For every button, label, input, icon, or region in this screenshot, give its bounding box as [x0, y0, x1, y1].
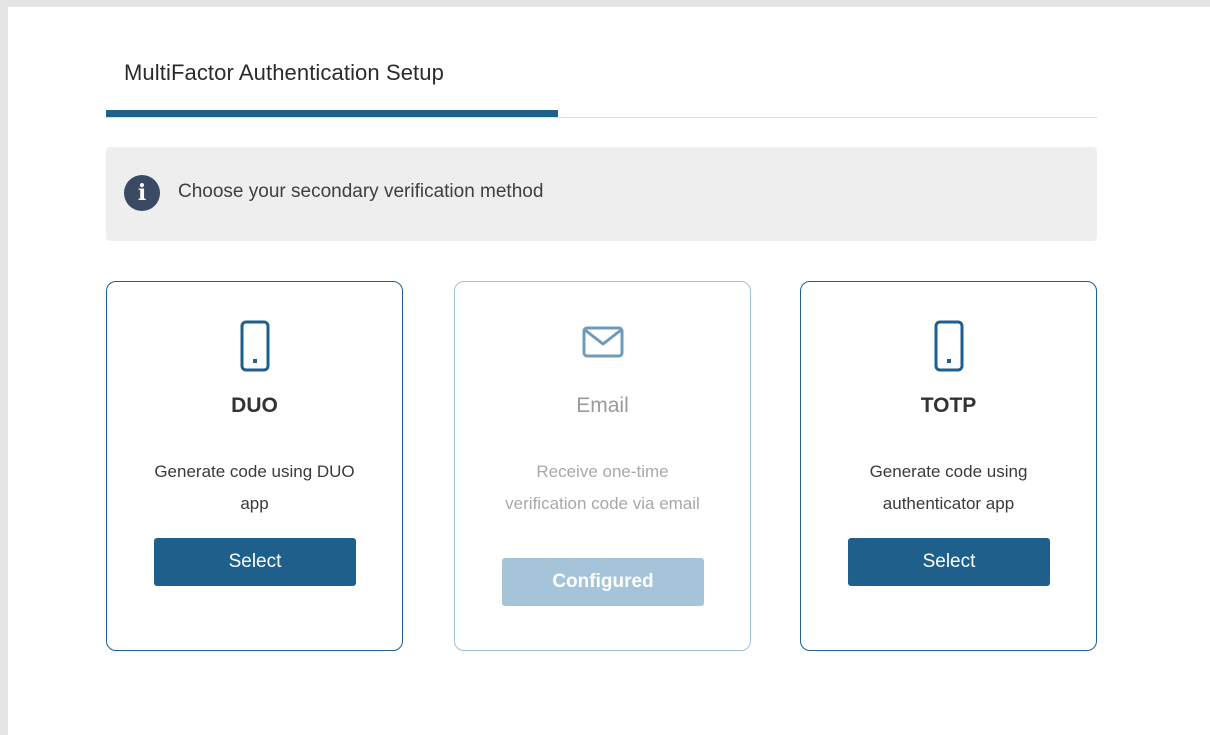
method-description: Generate code using DUO app — [154, 462, 355, 513]
method-card-email: Email Receive one-time verification code… — [454, 281, 751, 651]
method-title: DUO — [231, 394, 278, 417]
select-totp-button[interactable]: Select — [848, 538, 1050, 586]
tab-divider — [106, 117, 1097, 118]
method-card-totp: TOTP Generate code using authenticator a… — [800, 281, 1097, 651]
smartphone-icon — [801, 320, 1096, 372]
method-title: Email — [576, 394, 629, 417]
info-message: Choose your secondary verification metho… — [178, 181, 544, 202]
method-card-duo: DUO Generate code using DUO app Select — [106, 281, 403, 651]
info-icon: i — [124, 175, 160, 211]
method-description: Receive one-time verification code via e… — [505, 462, 700, 513]
configured-email-button[interactable]: Configured — [502, 558, 704, 606]
tab-mfa-setup[interactable]: MultiFactor Authentication Setup — [124, 60, 444, 86]
smartphone-icon — [107, 320, 402, 372]
method-title: TOTP — [920, 394, 977, 417]
info-banner: i Choose your secondary verification met… — [106, 147, 1097, 241]
method-description: Generate code using authenticator app — [869, 462, 1028, 513]
active-tab-indicator — [106, 110, 558, 117]
select-duo-button[interactable]: Select — [154, 538, 356, 586]
mail-icon — [455, 326, 750, 378]
